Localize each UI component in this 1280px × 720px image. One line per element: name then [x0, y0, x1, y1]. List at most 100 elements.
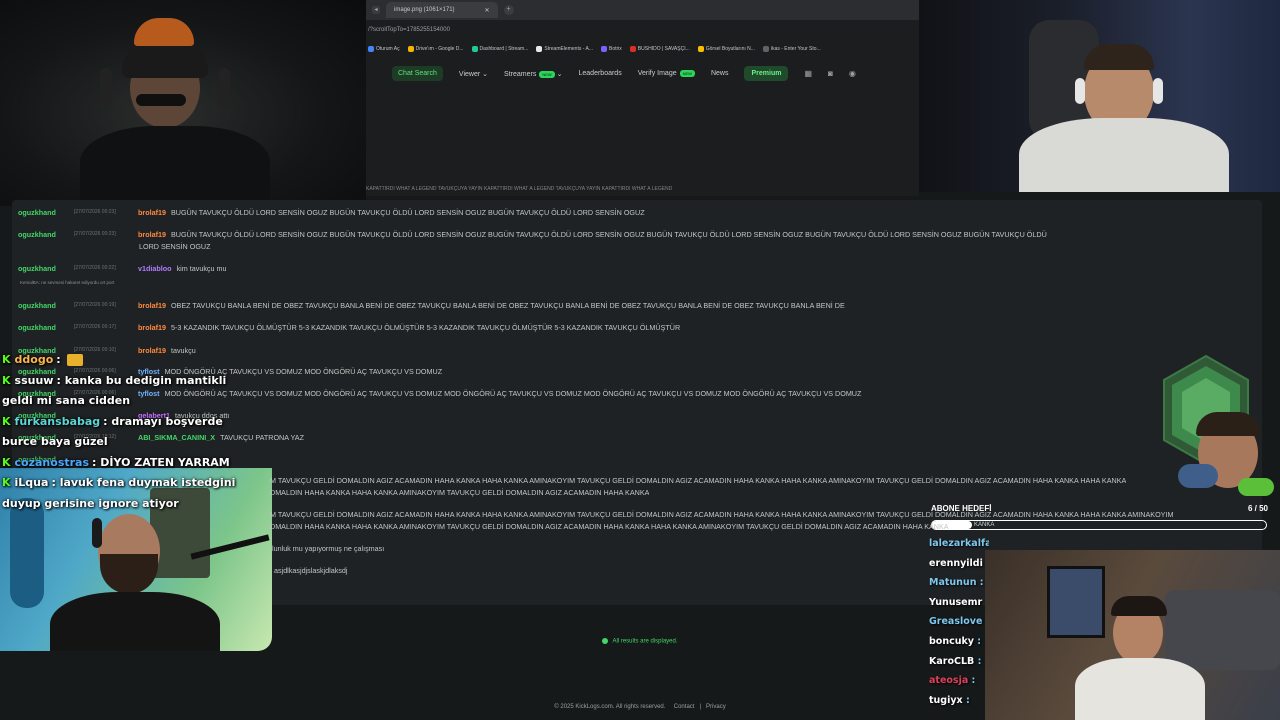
- message-sender[interactable]: v1diabloo: [138, 264, 172, 273]
- bookmark-label: ikas - Enter Your Sto...: [770, 46, 821, 52]
- nav-chat-search[interactable]: Chat Search: [392, 66, 443, 81]
- colon-separator: :: [968, 675, 976, 687]
- overlay-chat-line: Kcozanostras: DİYO ZATEN YARRAM: [2, 453, 302, 474]
- bookmark-label: Dashboard | Stream...: [479, 46, 529, 52]
- new-tab-button[interactable]: +: [503, 5, 514, 15]
- nav-verify-image[interactable]: Verify Image NEW: [638, 70, 695, 77]
- chat-log-row: oguzkhand [27/07/2026 00:23] brolaf19 BUGÜN…: [18, 230, 1047, 239]
- overlay-chat-line: duyup gerisine ignore atiyor: [2, 494, 302, 515]
- bookmark-icon: [368, 46, 374, 52]
- overlay-chat-line: burce baya güzel: [2, 432, 302, 453]
- chat-log-row: oguzkhand [27/07/2026 00:19] brolaf19 OBEZ …: [18, 301, 845, 310]
- kick-icon: K: [2, 373, 11, 387]
- check-icon: [602, 638, 609, 644]
- privacy-link[interactable]: Privacy: [706, 704, 726, 710]
- overlay-chat-line: ateosja :: [929, 675, 989, 695]
- message-timestamp: [27/07/2026 00:23]: [74, 231, 116, 237]
- overlay-message: dramayı boşverde: [111, 414, 223, 428]
- address-bar[interactable]: /?scrollTopTo=1785255154000: [366, 20, 919, 40]
- overlay-chat: Kddogo: Kssuuw: kanka bu dedigin mantikl…: [2, 350, 302, 514]
- colon-separator: :: [962, 694, 970, 706]
- overlay-chat-line: Kddogo:: [2, 350, 302, 371]
- message-sender[interactable]: brolaf19: [138, 230, 166, 239]
- goal-count: 6 / 50: [1247, 504, 1268, 513]
- guest-figure: [1055, 596, 1215, 720]
- bookmark-item[interactable]: Botrix: [601, 46, 622, 52]
- overlay-username: erennyildi: [929, 557, 983, 569]
- nav-leaderboards[interactable]: Leaderboards: [579, 70, 622, 77]
- webcam-top-right: [919, 0, 1280, 192]
- bookmark-icon: [536, 46, 543, 52]
- overlay-chat-line: Matunun :: [929, 577, 989, 597]
- bookmarks-bar: Oturum Aç Drive'ım - Google D... Dashboard…: [366, 40, 919, 58]
- bookmark-label: Görsel Boyutlarını N...: [705, 46, 755, 52]
- user-icon[interactable]: ◉: [849, 69, 856, 78]
- chat-log-row: oguzkhand [27/07/2026 00:17] brolaf19 5-3 K…: [18, 323, 680, 332]
- bookmark-icon: [697, 46, 704, 52]
- nav-viewer[interactable]: Viewer ⌄: [459, 70, 488, 78]
- bookmark-item[interactable]: Oturum Aç: [368, 46, 400, 52]
- webcam-top-left: [0, 0, 366, 206]
- new-badge: NEW: [539, 70, 555, 78]
- close-icon[interactable]: ✕: [485, 7, 490, 14]
- nav-news[interactable]: News: [711, 70, 729, 77]
- overlay-username: ateosja: [929, 675, 969, 687]
- browser-tab[interactable]: image.png (1061×171) ✕: [386, 2, 498, 18]
- address-text[interactable]: /?scrollTopTo=1785255154000: [368, 27, 450, 33]
- nav-streamers[interactable]: Streamers NEW ⌄: [504, 70, 563, 78]
- chat-log-row: oguzkhand [27/07/2026 00:22] v1diabloo kim …: [18, 264, 227, 273]
- overlay-chat-right: lalezarkalfa :erennyildi :Matunun :Yunus…: [929, 538, 989, 714]
- message-sender[interactable]: brolaf19: [138, 208, 166, 217]
- bookmark-item[interactable]: Drive'ım - Google D...: [407, 46, 464, 52]
- guest-figure: [999, 40, 1259, 192]
- colon-separator: :: [974, 655, 982, 667]
- bookmark-label: StreamElements - A...: [544, 46, 594, 52]
- bookmark-item[interactable]: StreamElements - A...: [536, 46, 593, 52]
- message-text: kim tavukçu mu: [176, 264, 227, 273]
- scroll-text: KAPATTIRDI WHAT A LEGEND TAVUKÇUYA YAYIN…: [366, 186, 673, 192]
- contact-link[interactable]: Contact: [674, 704, 695, 710]
- channel-name[interactable]: oguzkhand: [18, 323, 74, 332]
- message-text-wrap: LORD SENSİN OGUZ: [139, 242, 211, 251]
- browser-window: ◂ image.png (1061×171) ✕ + /?scrollTopTo…: [366, 0, 919, 196]
- overlay-chat-line: erennyildi :: [929, 558, 989, 578]
- bookmark-icon: [407, 46, 414, 52]
- overlay-username: boncuky: [929, 635, 974, 647]
- message-sender[interactable]: brolaf19: [138, 301, 166, 310]
- bookmark-item[interactable]: BUSHIDO | SAVAŞÇI...: [629, 46, 690, 52]
- message-timestamp: [27/07/2026 00:22]: [74, 265, 116, 271]
- overlay-chat-line: lalezarkalfa :: [929, 538, 989, 558]
- channel-name[interactable]: oguzkhand: [18, 264, 74, 273]
- overlay-chat-line: Kfurkansbabag: dramayı boşverde: [2, 412, 302, 433]
- colon-separator: :: [56, 353, 65, 366]
- message-sender[interactable]: brolaf19: [138, 323, 166, 332]
- channel-name[interactable]: oguzkhand: [18, 301, 74, 310]
- tab-search-icon[interactable]: ◂: [372, 6, 380, 14]
- channel-name[interactable]: oguzkhand: [18, 208, 74, 217]
- overlay-username: Greaslove: [929, 616, 983, 628]
- bookmark-item[interactable]: ikas - Enter Your Sto...: [762, 46, 821, 52]
- channel-name[interactable]: oguzkhand: [18, 230, 74, 239]
- overlay-chat-line: Kssuuw: kanka bu dedigin mantikli: [2, 371, 302, 392]
- overlay-username: furkansbabag: [14, 414, 101, 428]
- discord-icon[interactable]: ◙: [828, 69, 833, 78]
- overlay-username: Yunusemr: [929, 596, 983, 608]
- bookmark-icon: [629, 46, 636, 52]
- kick-icon: K: [2, 476, 11, 489]
- tab-bar: ◂ image.png (1061×171) ✕ +: [366, 0, 919, 20]
- reply-preview: KemalBA: ne sevmesi hakaret ediyordu ort…: [20, 280, 115, 285]
- message-text: BUGÜN TAVUKÇU ÖLDÜ LORD SENSİN OGUZ BUGÜ…: [170, 208, 645, 217]
- overlay-username: cozanostras: [14, 455, 90, 469]
- overlay-username: lalezarkalfa: [929, 538, 989, 549]
- chevron-down-icon: ⌄: [482, 70, 489, 78]
- premium-button[interactable]: Premium: [744, 66, 789, 81]
- overlay-username: ssuuw: [14, 373, 54, 387]
- message-text: 5-3 KAZANDIK TAVUKÇU ÖLMÜŞTÜR 5-3 KAZAND…: [170, 323, 681, 332]
- chevron-down-icon: ⌄: [556, 70, 563, 78]
- chart-icon[interactable]: ▦: [804, 69, 812, 78]
- bookmark-item[interactable]: Görsel Boyutlarını N...: [697, 46, 755, 52]
- bookmark-item[interactable]: Dashboard | Stream...: [471, 46, 529, 52]
- overlay-chat-line: KaroCLB :: [929, 656, 989, 676]
- overlay-username: iLqua: [14, 476, 49, 489]
- message-text: M TAVUKÇU GELDİ DOMALDIN AGIZ ACAMADIN H…: [270, 476, 1127, 485]
